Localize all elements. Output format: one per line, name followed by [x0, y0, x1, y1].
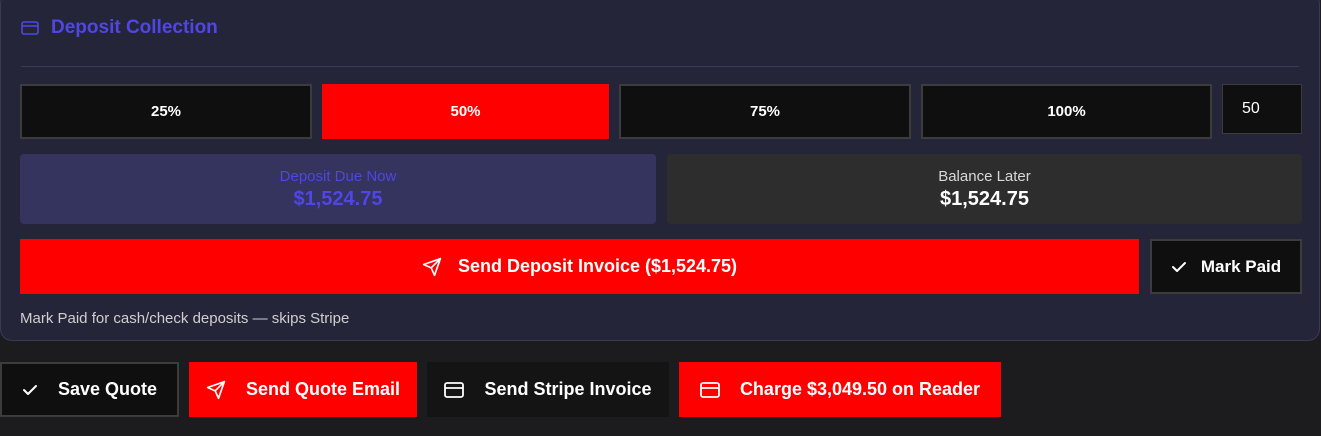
mark-paid-hint: Mark Paid for cash/check deposits — skip…: [20, 310, 350, 327]
send-quote-email-label: Send Quote Email: [245, 379, 401, 399]
percent-option-75[interactable]: 75%: [619, 84, 911, 139]
send-stripe-invoice-button[interactable]: Send Stripe Invoice: [427, 362, 669, 417]
credit-card-icon: [700, 381, 720, 398]
charge-reader-label: Charge $3,049.50 on Reader: [739, 379, 981, 399]
credit-card-icon: [21, 21, 39, 35]
save-quote-label: Save Quote: [57, 379, 158, 399]
deposit-due-card: Deposit Due Now $1,524.75: [20, 154, 656, 224]
divider: [21, 66, 1299, 67]
balance-later-amount: $1,524.75: [940, 187, 1029, 210]
panel-title: Deposit Collection: [51, 17, 218, 38]
check-icon: [22, 383, 38, 397]
deposit-due-label: Deposit Due Now: [279, 167, 397, 185]
send-stripe-invoice-label: Send Stripe Invoice: [484, 379, 652, 399]
percent-option-50[interactable]: 50%: [322, 84, 609, 139]
balance-later-label: Balance Later: [938, 167, 1031, 185]
percent-option-25[interactable]: 25%: [20, 84, 312, 139]
send-icon: [206, 380, 226, 400]
save-quote-button[interactable]: Save Quote: [0, 362, 179, 417]
balance-later-card: Balance Later $1,524.75: [667, 154, 1302, 224]
send-quote-email-button[interactable]: Send Quote Email: [189, 362, 417, 417]
mark-paid-button[interactable]: Mark Paid: [1150, 239, 1302, 294]
send-deposit-invoice-label: Send Deposit Invoice ($1,524.75): [457, 256, 738, 276]
charge-reader-button[interactable]: Charge $3,049.50 on Reader: [679, 362, 1001, 417]
send-deposit-invoice-button[interactable]: Send Deposit Invoice ($1,524.75): [20, 239, 1139, 294]
custom-percent-input[interactable]: [1222, 84, 1302, 134]
check-icon: [1171, 260, 1187, 274]
deposit-due-amount: $1,524.75: [293, 187, 383, 210]
credit-card-icon: [444, 381, 465, 398]
panel-header: Deposit Collection: [21, 13, 218, 43]
send-icon: [422, 257, 442, 277]
percent-option-100[interactable]: 100%: [921, 84, 1212, 139]
mark-paid-label: Mark Paid: [1200, 256, 1282, 276]
